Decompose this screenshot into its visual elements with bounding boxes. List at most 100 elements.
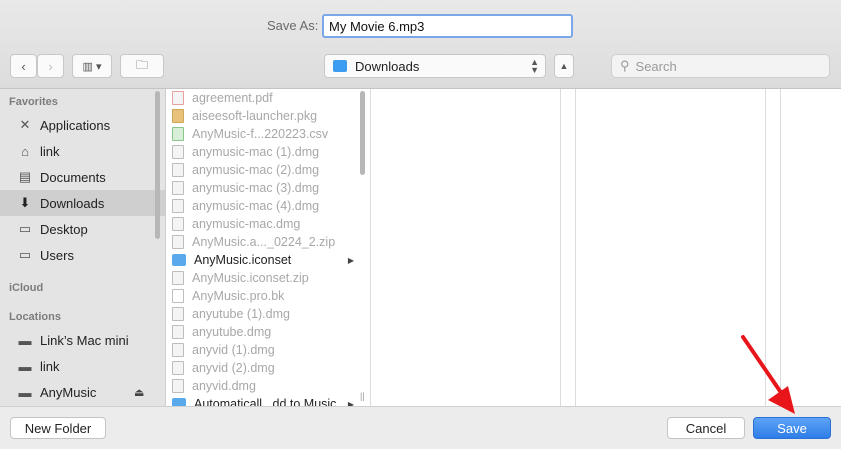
file-name: anymusic-mac (3).dmg [192,181,320,195]
sidebar-item-label: link [40,358,60,374]
file-row[interactable]: anymusic-mac (4).dmg [166,197,370,215]
disk-image-icon [172,343,184,357]
sidebar-item-link[interactable]: ⌂ link [0,138,165,164]
save-as-label: Save As: [267,18,319,33]
location-select[interactable]: Downloads ▲ ▼ [324,54,546,78]
home-icon: ⌂ [21,143,29,159]
sidebar-item-applications[interactable]: ✕ Applications [0,112,165,138]
computer-icon: ▬ [18,332,32,348]
icloud-header: iCloud [9,282,44,294]
disk-image-icon [172,325,184,339]
locations-header: Locations [9,311,61,323]
sidebar-item-users[interactable]: ▭ Users [0,242,165,268]
file-icon [172,289,184,303]
column-divider[interactable] [561,89,576,406]
cancel-button[interactable]: Cancel [667,417,745,439]
file-name: AnyMusic.a..._0224_2.zip [192,235,336,249]
new-folder-toolbar-button[interactable]: 🗀 [120,54,164,78]
file-row[interactable]: anyvid.dmg [166,377,370,395]
folder-icon [172,398,186,406]
sidebar-item-link-drive[interactable]: ▬ link [0,353,165,379]
sidebar-item-anymusic[interactable]: ▬ AnyMusic ⏏ [0,379,165,405]
search-field[interactable]: ⚲ Search [611,54,830,78]
downloads-folder-icon [333,60,347,72]
file-row[interactable]: anyutube.dmg [166,323,370,341]
collapse-button[interactable]: ▲ [554,54,574,78]
file-row[interactable]: anyutube (1).dmg [166,305,370,323]
file-row[interactable]: anyvid (2).dmg [166,359,370,377]
disk-image-icon [172,361,184,375]
dialog-header: Save As: ‹ › ▥ ▾ 🗀 Downloads ▲▼ ▲ ⚲ Sear… [0,0,841,89]
file-name: anymusic-mac (4).dmg [192,199,320,213]
search-icon: ⚲ [620,58,630,73]
file-row[interactable]: agreement.pdf [166,89,370,107]
sidebar-item-documents[interactable]: ▤ Documents [0,164,165,190]
updown-chevron-icon: ▲ ▼ [530,57,539,75]
column-resize-handle[interactable]: || [360,391,365,401]
back-button[interactable]: ‹ [10,54,37,78]
save-button[interactable]: Save [753,417,831,439]
file-name: anymusic-mac (2).dmg [192,163,320,177]
file-row[interactable]: aiseesoft-launcher.pkg [166,107,370,125]
pdf-file-icon [172,91,184,105]
file-name: AnyMusic.pro.bk [192,289,285,303]
disk-image-icon [172,379,184,393]
forward-button[interactable]: › [37,54,64,78]
sidebar-item-label: Desktop [40,221,88,237]
view-mode-button[interactable]: ▥ ▾ [72,54,112,78]
sidebar-item-label: AnyMusic [40,384,97,400]
sidebar-item-mac-mini[interactable]: ▬ Link’s Mac mini [0,327,165,353]
empty-column [576,89,766,406]
disk-image-icon [172,163,184,177]
file-column-scrollbar[interactable] [360,91,365,175]
sidebar-item-downloads[interactable]: ⬇ Downloads [0,190,165,216]
disk-image-icon [172,181,184,195]
file-column: agreement.pdf aiseesoft-launcher.pkg Any… [166,89,371,406]
desktop-icon: ▭ [18,221,32,236]
search-placeholder: Search [635,58,677,74]
drive-icon: ▬ [18,384,32,400]
empty-column [371,89,561,406]
file-row[interactable]: anymusic-mac (3).dmg [166,179,370,197]
disk-image-icon [172,307,184,321]
file-name: anyvid (1).dmg [192,343,275,357]
chevron-right-icon: › [48,58,53,74]
folder-row[interactable]: AnyMusic.iconset ▶ [166,251,370,269]
favorites-header: Favorites [9,96,58,108]
file-row[interactable]: anymusic-mac.dmg [166,215,370,233]
empty-column [781,89,841,406]
new-folder-button[interactable]: New Folder [10,417,106,439]
sidebar-item-label: link [40,143,60,159]
disclosure-arrow-icon: ▶ [347,255,354,265]
zip-file-icon [172,235,184,249]
sidebar-item-desktop[interactable]: ▭ Desktop [0,216,165,242]
folder-icon: ▭ [18,247,32,262]
file-name: aiseesoft-launcher.pkg [192,109,318,123]
chevron-up-icon: ▲ [559,61,569,71]
eject-icon[interactable]: ⏏ [134,386,144,399]
file-name: anymusic-mac (1).dmg [192,145,320,159]
sidebar-item-label: Downloads [40,195,105,211]
drive-icon: ▬ [18,358,32,374]
file-row[interactable]: anymusic-mac (2).dmg [166,161,370,179]
file-name: AnyMusic-f...220223.csv [192,127,329,141]
column-divider[interactable] [766,89,781,406]
package-icon [172,109,184,123]
file-name: anyutube (1).dmg [192,307,290,321]
sidebar-item-label: Users [40,247,74,263]
file-name: anymusic-mac.dmg [192,217,301,231]
folder-row[interactable]: Automaticall...dd to Music ▶ [166,395,370,406]
file-row[interactable]: AnyMusic.a..._0224_2.zip [166,233,370,251]
file-name: anyvid (2).dmg [192,361,275,375]
columns-view-icon: ▥ ▾ [82,60,102,73]
file-row[interactable]: AnyMusic.pro.bk [166,287,370,305]
file-row[interactable]: AnyMusic-f...220223.csv [166,125,370,143]
file-row[interactable]: anyvid (1).dmg [166,341,370,359]
filename-input[interactable] [322,14,573,38]
file-row[interactable]: anymusic-mac (1).dmg [166,143,370,161]
sidebar-scrollbar[interactable] [155,91,160,239]
csv-file-icon [172,127,184,141]
downloads-icon: ⬇ [19,195,31,210]
file-row[interactable]: AnyMusic.iconset.zip [166,269,370,287]
sidebar: Favorites ✕ Applications ⌂ link ▤ Docume… [0,89,166,406]
